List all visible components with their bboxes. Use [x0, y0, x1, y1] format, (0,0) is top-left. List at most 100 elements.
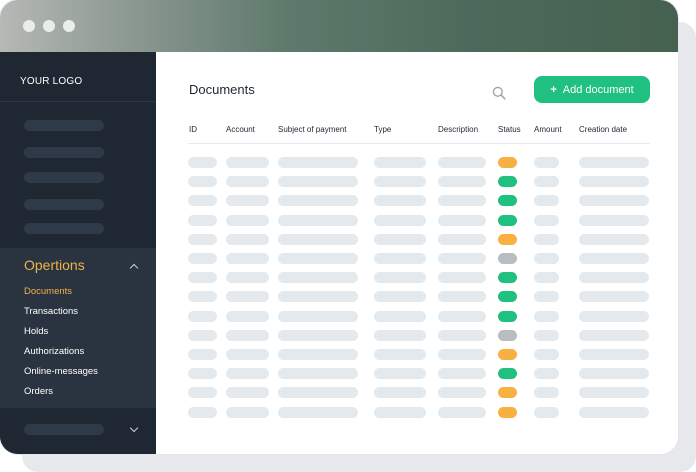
- table-row[interactable]: [156, 329, 678, 342]
- cell-placeholder: [188, 406, 217, 418]
- table-row[interactable]: [156, 387, 678, 399]
- column-header-description[interactable]: Description: [438, 125, 478, 134]
- cell-placeholder: [278, 195, 358, 207]
- cell-placeholder: [226, 310, 269, 322]
- chevron-down-icon[interactable]: [129, 423, 139, 433]
- sidebar-item-authorizations[interactable]: Authorizations: [24, 346, 84, 357]
- column-header-creation-date[interactable]: Creation date: [579, 125, 627, 134]
- table-row[interactable]: [156, 368, 678, 380]
- table-row[interactable]: [156, 406, 678, 419]
- sidebar-item-transactions[interactable]: Transactions: [24, 306, 78, 317]
- cell-placeholder: [374, 233, 426, 245]
- table-row[interactable]: [156, 253, 678, 265]
- sidebar-item-placeholder: [24, 424, 104, 435]
- cell-placeholder: [438, 368, 486, 380]
- cell-placeholder: [374, 387, 426, 399]
- cell-placeholder: [438, 272, 486, 284]
- cell-placeholder: [278, 253, 358, 264]
- cell-placeholder: [579, 233, 649, 245]
- table-row[interactable]: [156, 349, 678, 361]
- divider: [0, 101, 156, 102]
- window-control-dot[interactable]: [23, 20, 35, 32]
- cell-placeholder: [374, 195, 426, 207]
- search-icon[interactable]: [492, 86, 506, 100]
- section-title[interactable]: Opertions: [24, 257, 85, 273]
- sidebar-item-holds[interactable]: Holds: [24, 326, 48, 337]
- table-row[interactable]: [156, 214, 678, 227]
- add-document-button[interactable]: + Add document: [534, 76, 650, 103]
- chevron-up-icon[interactable]: [129, 263, 139, 273]
- cell-placeholder: [188, 272, 217, 284]
- cell-placeholder: [226, 368, 269, 380]
- title-bar: [0, 0, 678, 52]
- cell-placeholder: [579, 368, 649, 380]
- header-divider: [188, 143, 650, 144]
- table-row[interactable]: [156, 291, 678, 303]
- status-badge: [498, 157, 517, 168]
- column-header-amount[interactable]: Amount: [534, 125, 562, 134]
- cell-placeholder: [188, 329, 217, 341]
- column-header-type[interactable]: Type: [374, 125, 391, 134]
- sidebar-section-operations: Opertions Documents Transactions Holds A…: [0, 248, 156, 408]
- table-row[interactable]: [156, 272, 678, 284]
- cell-placeholder: [534, 157, 559, 168]
- status-badge: [498, 387, 517, 399]
- page-title: Documents: [189, 82, 255, 97]
- table-row[interactable]: [156, 176, 678, 188]
- cell-placeholder: [188, 253, 217, 264]
- cell-placeholder: [188, 157, 217, 168]
- sidebar-item-placeholder[interactable]: [24, 172, 104, 183]
- cell-placeholder: [226, 233, 269, 245]
- table-row[interactable]: [156, 195, 678, 207]
- sidebar-item-placeholder[interactable]: [24, 223, 104, 234]
- column-header-status[interactable]: Status: [498, 125, 521, 134]
- cell-placeholder: [579, 291, 649, 303]
- cell-placeholder: [226, 195, 269, 207]
- cell-placeholder: [278, 387, 358, 399]
- cell-placeholder: [278, 233, 358, 245]
- cell-placeholder: [188, 291, 217, 303]
- cell-placeholder: [278, 349, 358, 360]
- column-header-account[interactable]: Account: [226, 125, 255, 134]
- window-control-dot[interactable]: [43, 20, 55, 32]
- status-badge: [498, 349, 517, 360]
- sidebar-item-placeholder[interactable]: [24, 120, 104, 131]
- cell-placeholder: [534, 291, 559, 303]
- status-badge: [498, 272, 517, 284]
- sidebar: YOUR LOGO Opertions Documents Transactio…: [0, 52, 156, 454]
- table-row[interactable]: [156, 310, 678, 323]
- status-badge: [498, 195, 517, 207]
- cell-placeholder: [188, 349, 217, 360]
- sidebar-item-placeholder[interactable]: [24, 199, 104, 210]
- cell-placeholder: [579, 157, 649, 168]
- table-row[interactable]: [156, 233, 678, 246]
- sidebar-item-documents[interactable]: Documents: [24, 286, 72, 297]
- cell-placeholder: [534, 272, 559, 284]
- status-badge: [498, 176, 517, 188]
- cell-placeholder: [534, 368, 559, 380]
- cell-placeholder: [226, 406, 269, 418]
- sidebar-collapsed-section[interactable]: [0, 408, 156, 454]
- cell-placeholder: [278, 272, 358, 284]
- sidebar-item-placeholder[interactable]: [24, 147, 104, 158]
- window-control-dot[interactable]: [63, 20, 75, 32]
- table-row[interactable]: [156, 157, 678, 169]
- cell-placeholder: [438, 233, 486, 245]
- cell-placeholder: [534, 253, 559, 264]
- sidebar-item-online-messages[interactable]: Online-messages: [24, 366, 98, 377]
- cell-placeholder: [438, 387, 486, 399]
- column-header-subject[interactable]: Subject of payment: [278, 125, 346, 134]
- cell-placeholder: [534, 329, 559, 341]
- cell-placeholder: [534, 349, 559, 360]
- cell-placeholder: [278, 176, 358, 188]
- cell-placeholder: [579, 349, 649, 360]
- status-badge: [498, 233, 517, 245]
- cell-placeholder: [438, 310, 486, 322]
- sidebar-item-orders[interactable]: Orders: [24, 386, 53, 397]
- cell-placeholder: [278, 214, 358, 226]
- cell-placeholder: [438, 195, 486, 207]
- column-header-id[interactable]: ID: [189, 125, 197, 134]
- cell-placeholder: [374, 406, 426, 418]
- cell-placeholder: [534, 233, 559, 245]
- cell-placeholder: [278, 329, 358, 341]
